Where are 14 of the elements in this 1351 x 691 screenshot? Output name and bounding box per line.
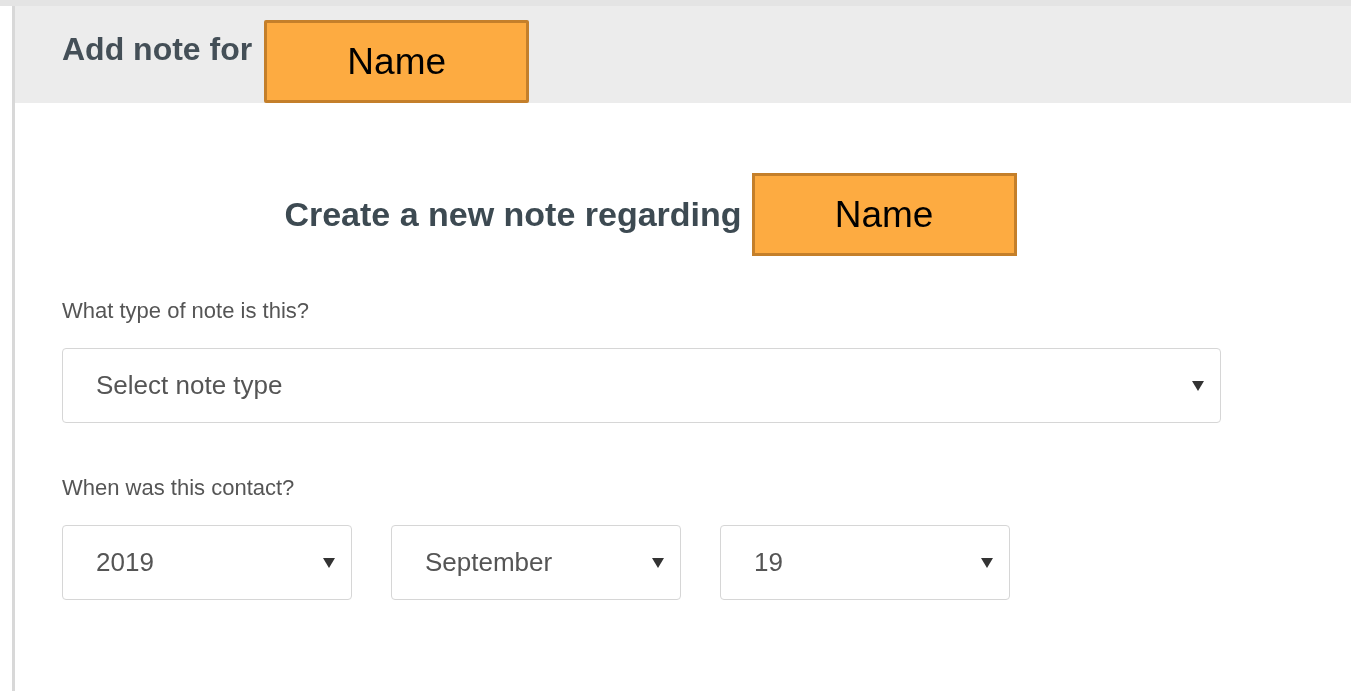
caret-icon	[652, 557, 664, 568]
note-type-select[interactable]: Select note type	[62, 348, 1221, 423]
name-tag: Name	[264, 20, 530, 103]
panel-title: Add note for	[62, 31, 253, 68]
date-select[interactable]: September	[391, 525, 681, 600]
caret-icon	[1192, 380, 1204, 391]
date-select[interactable]: 19	[720, 525, 1010, 600]
field-label: When was this contact?	[62, 475, 296, 501]
caret-icon	[981, 557, 993, 568]
caret-icon	[323, 557, 335, 568]
name-tag: Name	[751, 173, 1017, 256]
form-heading: Create a new note regarding	[284, 195, 742, 234]
date-select[interactable]: 2019	[62, 525, 352, 600]
field-label: What type of note is this?	[62, 298, 311, 324]
